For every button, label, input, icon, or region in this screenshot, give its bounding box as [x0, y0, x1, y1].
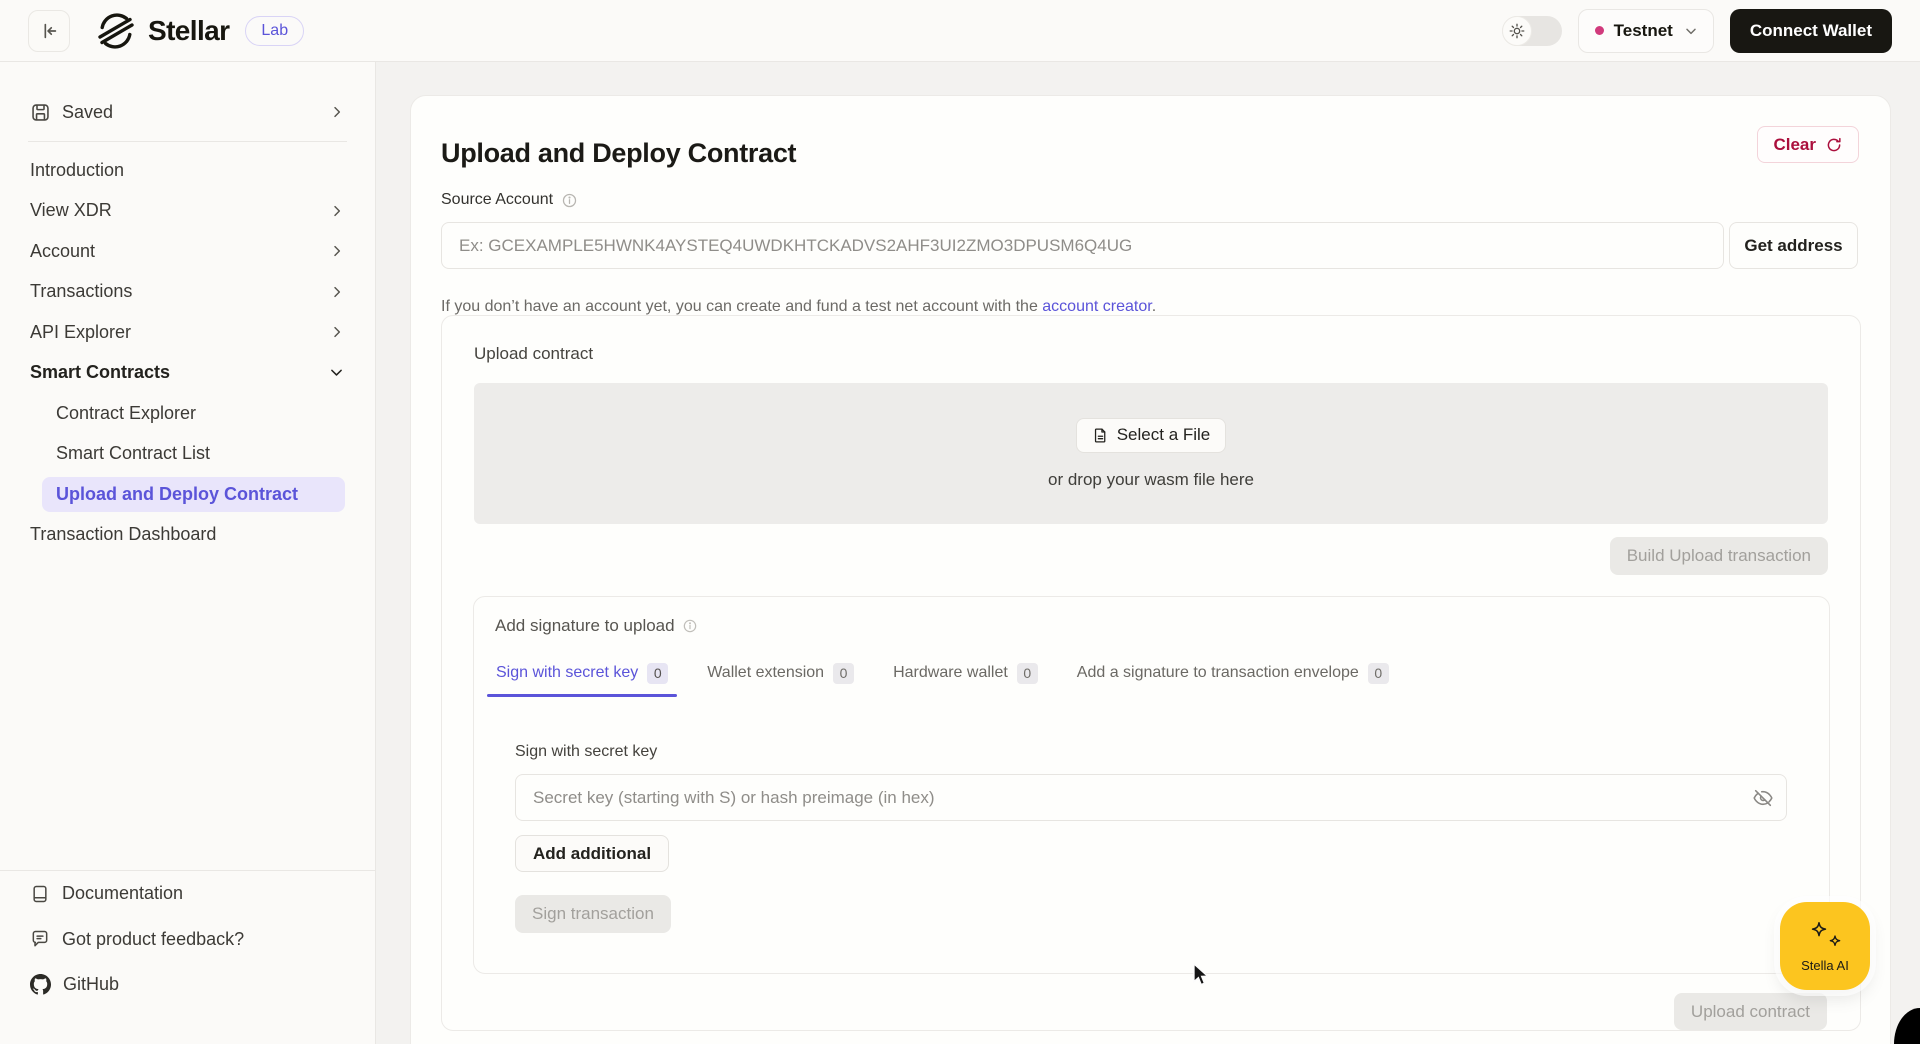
refresh-icon: [1827, 137, 1841, 151]
secret-key-field: [515, 774, 1787, 821]
sidebar-item-contract-explorer[interactable]: Contract Explorer: [0, 393, 375, 434]
sidebar-item-transactions[interactable]: Transactions: [0, 272, 375, 313]
tab-wallet-extension[interactable]: Wallet extension 0: [706, 649, 855, 697]
sidebar-item-view-xdr[interactable]: View XDR: [0, 191, 375, 232]
get-address-button[interactable]: Get address: [1729, 222, 1858, 269]
brand-name: Stellar: [148, 14, 230, 46]
book-icon: [33, 885, 47, 902]
file-icon: [1094, 427, 1106, 443]
tab-hardware-wallet[interactable]: Hardware wallet 0: [892, 649, 1039, 697]
top-bar-actions: Testnet Connect Wallet: [1501, 8, 1892, 53]
source-account-row: Get address: [441, 222, 1858, 269]
upload-deploy-card: Upload and Deploy Contract Clear Source …: [410, 95, 1891, 1044]
account-helper-text: If you don’t have an account yet, you ca…: [441, 298, 1157, 315]
network-status-dot: [1594, 26, 1604, 35]
connect-wallet-button[interactable]: Connect Wallet: [1729, 8, 1892, 53]
network-selector[interactable]: Testnet: [1577, 8, 1714, 53]
chevron-down-icon: [331, 369, 342, 377]
secret-key-input[interactable]: [515, 774, 1787, 821]
stella-ai-button[interactable]: Stella AI: [1780, 902, 1870, 990]
sidebar-item-label: Saved: [62, 101, 114, 122]
source-account-input[interactable]: [441, 222, 1724, 269]
sidebar-item-github[interactable]: GitHub: [0, 962, 375, 1008]
add-additional-button[interactable]: Add additional: [515, 835, 670, 872]
sidebar-collapse-button[interactable]: [28, 9, 70, 52]
stellar-logo-icon: [98, 12, 134, 49]
theme-toggle[interactable]: [1501, 15, 1562, 46]
sidebar-item-documentation[interactable]: Documentation: [0, 871, 375, 917]
tab-add-signature-envelope[interactable]: Add a signature to transaction envelope …: [1076, 649, 1390, 697]
wasm-dropzone[interactable]: Select a File or drop your wasm file her…: [474, 383, 1828, 524]
sidebar-item-upload-deploy-contract[interactable]: Upload and Deploy Contract: [0, 474, 375, 515]
chevron-right-icon: [334, 286, 341, 297]
eye-off-icon: [1753, 789, 1773, 807]
sun-icon: [1509, 23, 1525, 38]
upload-contract-button[interactable]: Upload contract: [1673, 993, 1827, 1030]
source-account-label-row: Source Account: [441, 191, 578, 209]
account-creator-link[interactable]: account creator: [1042, 298, 1151, 315]
active-item-highlight: Upload and Deploy Contract: [42, 476, 345, 512]
chevron-right-icon: [334, 205, 341, 216]
signature-tabs: Sign with secret key 0 Wallet extension …: [486, 649, 1808, 697]
sidebar-item-saved[interactable]: Saved: [0, 92, 375, 132]
upload-contract-section: Upload contract Select a File or drop yo…: [441, 315, 1861, 1031]
chevron-down-icon: [1686, 28, 1696, 34]
chevron-right-icon: [334, 327, 341, 338]
drop-hint-text: or drop your wasm file here: [1048, 469, 1254, 489]
add-signature-label-row: Add signature to upload: [495, 616, 698, 636]
main-content: Upload and Deploy Contract Clear Source …: [376, 62, 1920, 1044]
chevron-right-icon: [334, 106, 341, 118]
source-account-label: Source Account: [441, 191, 554, 208]
build-upload-transaction-button[interactable]: Build Upload transaction: [1609, 537, 1828, 575]
network-name: Testnet: [1613, 20, 1673, 40]
top-bar: Stellar Lab Testnet Connect Wallet: [0, 0, 1920, 62]
sidebar-item-smart-contracts[interactable]: Smart Contracts: [0, 353, 375, 394]
add-signature-section: Add signature to upload Sign with secret…: [473, 596, 1830, 974]
tab-count-badge: 0: [1016, 662, 1038, 684]
sidebar-item-introduction[interactable]: Introduction: [0, 150, 375, 191]
theme-toggle-thumb: [1501, 15, 1532, 46]
sidebar-item-api-explorer[interactable]: API Explorer: [0, 312, 375, 353]
sidebar-nav: Introduction View XDR Account Transactio…: [0, 150, 375, 555]
sidebar: Saved Introduction View XDR Account Tran…: [0, 62, 376, 1044]
feedback-bubble-icon: [32, 931, 48, 947]
info-icon[interactable]: [682, 618, 698, 634]
add-signature-label: Add signature to upload: [495, 616, 675, 635]
sidebar-item-smart-contract-list[interactable]: Smart Contract List: [0, 434, 375, 475]
tab-count-badge: 0: [647, 662, 669, 684]
toggle-visibility-button[interactable]: [1752, 787, 1774, 809]
page-title: Upload and Deploy Contract: [441, 138, 797, 169]
stellar-lab-app: Stellar Lab Testnet Connect Wallet Saved…: [0, 0, 1920, 1044]
tab-count-badge: 0: [833, 662, 855, 684]
sidebar-footer: Documentation Got product feedback? GitH…: [0, 870, 375, 1008]
lab-badge: Lab: [245, 15, 305, 46]
sidebar-divider: [28, 141, 347, 142]
save-icon: [32, 103, 49, 121]
github-icon: [30, 974, 51, 995]
secret-key-label: Sign with secret key: [515, 743, 658, 760]
stella-ai-label: Stella AI: [1801, 957, 1849, 973]
tab-sign-with-secret-key[interactable]: Sign with secret key 0: [486, 649, 678, 697]
brand-logo[interactable]: Stellar Lab: [96, 11, 305, 51]
info-icon[interactable]: [561, 192, 578, 209]
sidebar-item-feedback[interactable]: Got product feedback?: [0, 917, 375, 963]
sidebar-item-transaction-dashboard[interactable]: Transaction Dashboard: [0, 515, 375, 556]
clear-button[interactable]: Clear: [1757, 126, 1859, 163]
sidebar-item-account[interactable]: Account: [0, 231, 375, 272]
sign-transaction-button[interactable]: Sign transaction: [515, 895, 671, 933]
collapse-sidebar-icon: [44, 23, 57, 38]
chevron-right-icon: [334, 246, 341, 257]
upload-contract-section-label: Upload contract: [474, 344, 594, 363]
tab-count-badge: 0: [1367, 662, 1389, 684]
sparkles-icon: [1805, 920, 1845, 954]
select-file-button[interactable]: Select a File: [1075, 417, 1227, 453]
